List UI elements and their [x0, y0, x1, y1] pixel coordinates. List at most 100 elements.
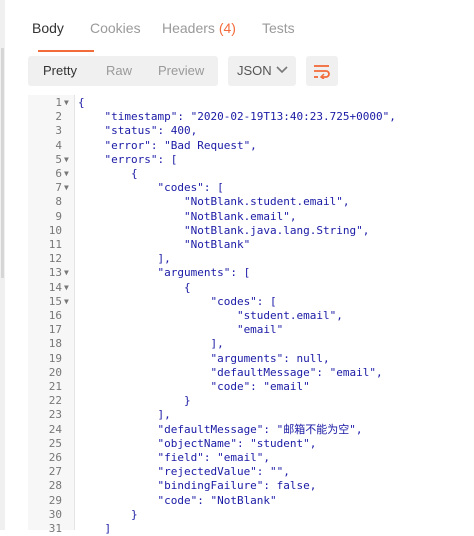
line-number: 25 — [48, 436, 62, 450]
fold-arrow-icon[interactable]: ▼ — [64, 295, 69, 309]
line-number: 27 — [48, 465, 62, 479]
line-number: 4 — [55, 138, 62, 152]
code-line: 30 } — [28, 508, 474, 522]
code-line: 10 "NotBlank.java.lang.String", — [28, 224, 474, 238]
line-number: 14 — [48, 280, 62, 294]
code-line: 9 "NotBlank.email", — [28, 210, 474, 224]
line-number: 12 — [48, 252, 62, 266]
code-text: "code": "email" — [78, 380, 310, 393]
line-number: 31 — [48, 522, 62, 535]
line-number: 13 — [48, 266, 62, 280]
code-text: "error": "Bad Request", — [78, 138, 257, 152]
code-text: "code": "NotBlank" — [78, 493, 277, 507]
line-number: 8 — [55, 195, 62, 209]
code-text: "NotBlank.student.email", — [78, 195, 350, 209]
fold-arrow-icon[interactable]: ▼ — [64, 181, 69, 195]
line-number: 9 — [55, 209, 62, 223]
wrap-lines-button[interactable] — [306, 56, 338, 86]
line-number: 30 — [48, 507, 62, 521]
code-text: "arguments": [ — [78, 266, 251, 280]
code-line: 17 "email" — [28, 323, 474, 337]
code-text: "codes": [ — [78, 294, 277, 308]
line-number: 2 — [55, 110, 62, 124]
code-text: "defaultMessage": "email", — [78, 365, 383, 379]
code-line: 31 ] — [28, 522, 474, 536]
view-pretty-button[interactable]: Pretty — [43, 63, 77, 78]
line-number: 21 — [48, 380, 62, 393]
code-text: "bindingFailure": false, — [78, 479, 317, 493]
code-line: 3 "status": 400, — [28, 124, 474, 138]
response-body-editor[interactable]: 1 ▼{2 "timestamp": "2020-02-19T13:40:23.7… — [28, 95, 474, 535]
fold-arrow-icon[interactable]: ▼ — [64, 167, 69, 181]
code-text: "errors": [ — [78, 152, 178, 166]
line-number: 23 — [48, 408, 62, 422]
response-tabs: Body Cookies Headers (4) Tests — [20, 8, 474, 52]
code-line: 18 ], — [28, 337, 474, 351]
code-line: 28 "bindingFailure": false, — [28, 479, 474, 493]
code-text: } — [78, 394, 191, 408]
chevron-down-icon — [276, 66, 288, 74]
language-select-value: JSON — [237, 63, 272, 78]
code-line: 15 ▼ "codes": [ — [28, 295, 474, 309]
headers-count-badge: (4) — [218, 20, 236, 36]
code-line: 25 "objectName": "student", — [28, 437, 474, 451]
code-text: "timestamp": "2020-02-19T13:40:23.725+00… — [78, 110, 396, 124]
line-number: 18 — [48, 337, 62, 351]
fold-arrow-icon[interactable]: ▼ — [64, 281, 69, 295]
line-number: 11 — [48, 238, 62, 251]
line-number: 29 — [48, 493, 62, 507]
line-number: 20 — [48, 365, 62, 379]
code-text: "rejectedValue": "", — [78, 465, 290, 479]
line-number: 3 — [55, 124, 62, 138]
code-text: } — [78, 507, 138, 521]
code-text: "defaultMessage": "邮箱不能为空", — [78, 422, 363, 436]
code-text: "student.email", — [78, 309, 343, 322]
code-text: "codes": [ — [78, 181, 224, 195]
line-number: 26 — [48, 451, 62, 464]
code-text: { — [78, 96, 85, 109]
fold-arrow-icon[interactable]: ▼ — [64, 153, 69, 167]
tab-headers[interactable]: Headers (4) — [162, 20, 236, 36]
code-text: "objectName": "student", — [78, 436, 317, 450]
code-line: 13 ▼ "arguments": [ — [28, 266, 474, 280]
code-line: 23 ], — [28, 408, 474, 422]
line-number: 6 — [55, 167, 62, 180]
code-text: "email" — [78, 323, 284, 337]
code-line: 11 "NotBlank" — [28, 238, 474, 252]
code-line: 29 "code": "NotBlank" — [28, 494, 474, 508]
code-line: 8 "NotBlank.student.email", — [28, 195, 474, 209]
code-line: 26 "field": "email", — [28, 451, 474, 465]
line-number: 1 — [55, 96, 62, 109]
code-text: "field": "email", — [78, 451, 271, 464]
line-number: 16 — [48, 309, 62, 322]
active-tab-indicator — [38, 50, 94, 52]
tab-body[interactable]: Body — [32, 20, 64, 36]
code-line: 2 "timestamp": "2020-02-19T13:40:23.725+… — [28, 110, 474, 124]
body-toolbar: Pretty Raw Preview JSON — [0, 56, 474, 88]
tab-cookies[interactable]: Cookies — [90, 20, 141, 36]
code-line: 14 ▼ { — [28, 281, 474, 295]
view-raw-button[interactable]: Raw — [106, 63, 132, 78]
line-number: 22 — [48, 394, 62, 408]
code-line: 7 ▼ "codes": [ — [28, 181, 474, 195]
view-preview-button[interactable]: Preview — [158, 63, 204, 78]
code-line: 1 ▼ { — [28, 96, 474, 110]
code-text: ], — [78, 337, 224, 351]
code-text: "NotBlank" — [78, 238, 251, 251]
code-text: "NotBlank.email", — [78, 209, 297, 223]
code-line: 19 "arguments": null, — [28, 352, 474, 366]
tab-tests[interactable]: Tests — [262, 20, 295, 36]
language-select[interactable]: JSON — [228, 56, 296, 86]
code-line: 21 "code": "email" — [28, 380, 474, 394]
fold-arrow-icon[interactable]: ▼ — [64, 96, 69, 110]
code-line: 5 ▼ "errors": [ — [28, 153, 474, 167]
fold-arrow-icon[interactable]: ▼ — [64, 266, 69, 280]
code-text: ] — [78, 522, 112, 535]
code-text: { — [78, 167, 138, 180]
code-line: 22 } — [28, 394, 474, 408]
line-number: 5 — [55, 152, 62, 166]
code-text: "arguments": null, — [78, 351, 330, 365]
code-text: ], — [78, 408, 171, 422]
code-line: 6 ▼ { — [28, 167, 474, 181]
code-text: "NotBlank.java.lang.String", — [78, 223, 370, 237]
